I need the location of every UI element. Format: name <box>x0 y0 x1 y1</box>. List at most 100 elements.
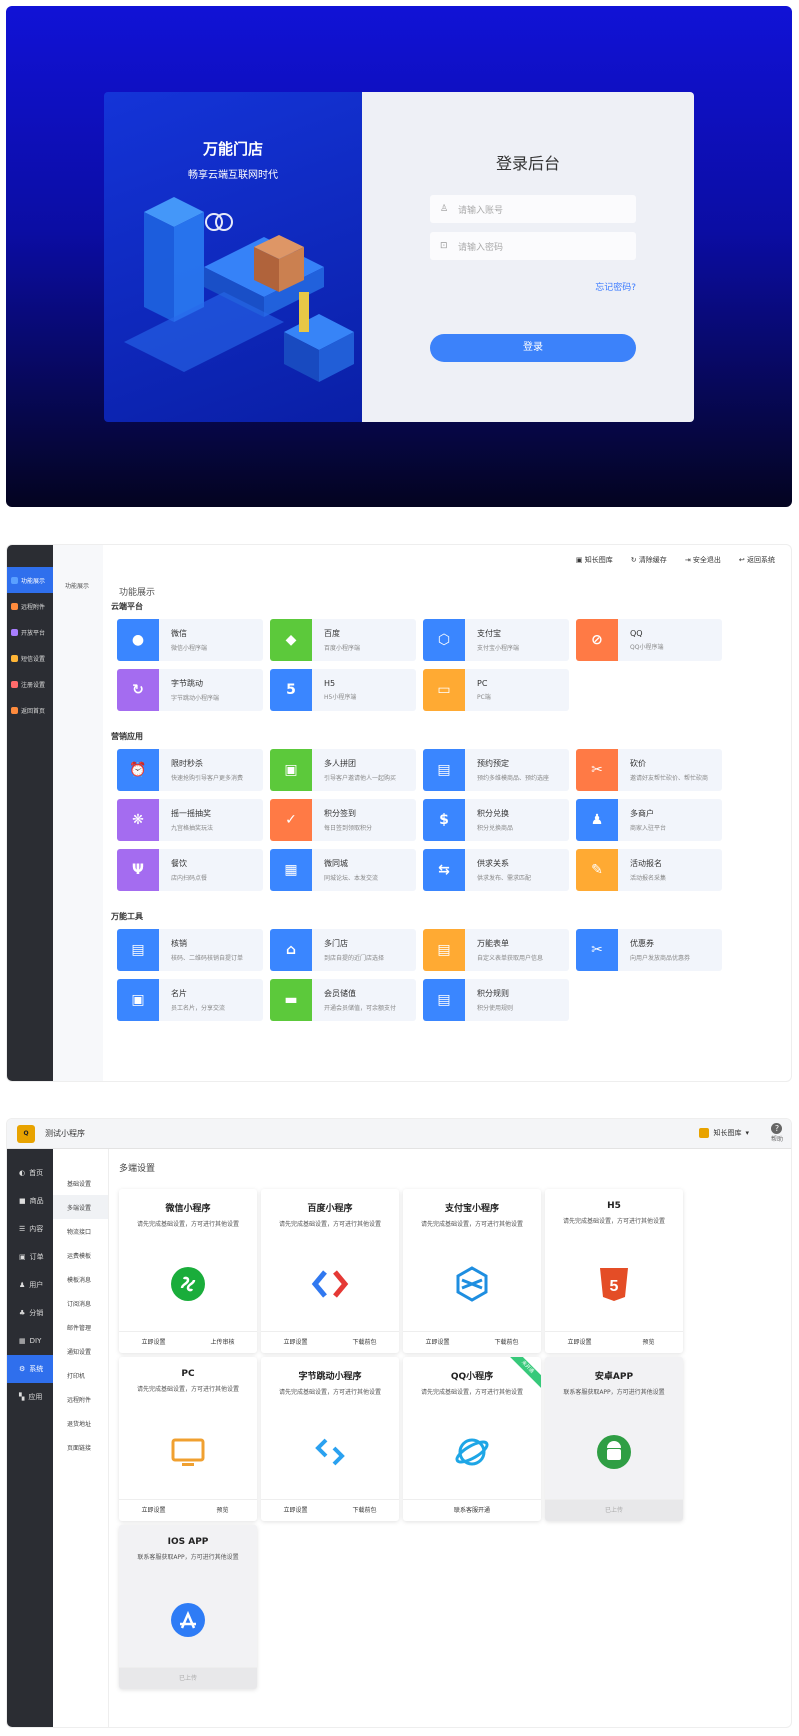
platform-card[interactable]: 百度小程序 请先完成基础设置，方可进行其他设置 立即设置 下载前包 <box>261 1189 399 1353</box>
feature-card[interactable]: ▣ 名片 员工名片，分享交流 <box>117 979 263 1021</box>
feature-card[interactable]: ▤ 万能表单 自定义表单获取用户信息 <box>423 929 569 971</box>
feature-icon: ⇆ <box>423 849 465 891</box>
feature-card[interactable]: Ψ 餐饮 店内扫码点餐 <box>117 849 263 891</box>
feature-card[interactable]: ✎ 活动报名 活动报名采集 <box>576 849 722 891</box>
setup-button[interactable]: 立即设置 <box>545 1332 614 1353</box>
feature-card[interactable]: ✂ 砍价 邀请好友帮忙砍价、帮忙砍商 <box>576 749 722 791</box>
svg-text:5: 5 <box>610 1278 619 1295</box>
sidebar-item[interactable]: ♣ 分销 <box>7 1299 53 1327</box>
action-button[interactable]: 下载前包 <box>330 1500 399 1521</box>
platform-card[interactable]: 字节跳动小程序 请先完成基础设置，方可进行其他设置 立即设置 下载前包 <box>261 1357 399 1521</box>
feature-title: 餐饮 <box>171 859 187 868</box>
help-button[interactable]: ? 帮助 <box>771 1123 783 1143</box>
feature-card[interactable]: ↻ 字节跳动 字节跳动小程序端 <box>117 669 263 711</box>
feature-card[interactable]: $ 积分兑换 积分兑换商品 <box>423 799 569 841</box>
h5-icon: 5 <box>595 1265 633 1303</box>
feature-card[interactable]: ⬡ 支付宝 支付宝小程序端 <box>423 619 569 661</box>
account-input[interactable]: ♙ 请输入账号 <box>430 195 636 223</box>
setup-button[interactable]: 立即设置 <box>261 1500 330 1521</box>
sub-nav-item[interactable]: 模板消息 <box>53 1267 108 1291</box>
setup-button[interactable]: 立即设置 <box>261 1332 330 1353</box>
sidebar-item[interactable]: ▚ 应用 <box>7 1383 53 1411</box>
feature-card[interactable]: ⌂ 多门店 到店自提的近门店选择 <box>270 929 416 971</box>
feature-card[interactable]: ✂ 优惠券 向用户发放商品优惠券 <box>576 929 722 971</box>
action-button[interactable]: 预览 <box>188 1500 257 1521</box>
status-button[interactable]: 联系客服开通 <box>403 1500 541 1521</box>
sub-nav-item[interactable]: 退货地址 <box>53 1411 108 1435</box>
sidebar-item[interactable]: 短信设置 <box>7 645 53 671</box>
sidebar-item[interactable]: 远程附件 <box>7 593 53 619</box>
user-menu[interactable]: 知长图库 ▾ <box>699 1128 749 1138</box>
feature-card[interactable]: ▦ 微同城 同城论坛、本发交流 <box>270 849 416 891</box>
sub-nav-item[interactable]: 物流接口 <box>53 1219 108 1243</box>
feature-card[interactable]: ▣ 多人拼团 引导客户邀请他人一起购买 <box>270 749 416 791</box>
clear-cache-button[interactable]: ↻ 清除缓存 <box>631 555 667 565</box>
action-button[interactable]: 预览 <box>614 1332 683 1353</box>
feature-card[interactable]: ▬ 会员储值 开通会员储值，可余额支付 <box>270 979 416 1021</box>
sidebar-item[interactable]: ☰ 内容 <box>7 1215 53 1243</box>
feature-card[interactable]: ▤ 核销 核码、二维码核销自提订单 <box>117 929 263 971</box>
menu-icon <box>11 706 18 714</box>
sub-nav-item[interactable]: 订阅消息 <box>53 1291 108 1315</box>
action-button[interactable]: 下载前包 <box>330 1332 399 1353</box>
feature-card[interactable]: ▭ PC PC端 <box>423 669 569 711</box>
sub-nav-item[interactable]: 页面链接 <box>53 1435 108 1459</box>
back-button[interactable]: ↩ 返回系统 <box>739 555 775 565</box>
feature-icon: ▭ <box>423 669 465 711</box>
sidebar-item[interactable]: ▦ DIY <box>7 1327 53 1355</box>
feature-card[interactable]: ● 微信 微信小程序端 <box>117 619 263 661</box>
user-menu[interactable]: ▣ 知长图库 <box>576 555 613 565</box>
sub-nav-item[interactable]: 多端设置 <box>53 1195 108 1219</box>
password-input[interactable]: ⊡ 请输入密码 <box>430 232 636 260</box>
feature-card[interactable]: ✓ 积分签到 每日签到领取积分 <box>270 799 416 841</box>
platform-card[interactable]: 支付宝小程序 请先完成基础设置，方可进行其他设置 立即设置 下载前包 <box>403 1189 541 1353</box>
sub-nav-item[interactable]: 运费模板 <box>53 1243 108 1267</box>
platform-card[interactable]: 微信小程序 请先完成基础设置，方可进行其他设置 立即设置 上传审核 <box>119 1189 257 1353</box>
sub-nav-item[interactable]: 打印机 <box>53 1363 108 1387</box>
feature-icon: ✎ <box>576 849 618 891</box>
status-button[interactable]: 已上传 <box>119 1668 257 1689</box>
setup-button[interactable]: 立即设置 <box>119 1332 188 1353</box>
feature-card[interactable]: ▤ 预约预定 预约多维模商品、预约选座 <box>423 749 569 791</box>
feature-card[interactable]: ⏰ 限时秒杀 快速抢购引导客户更多消费 <box>117 749 263 791</box>
setup-button[interactable]: 立即设置 <box>403 1332 472 1353</box>
feature-card[interactable]: ⇆ 供求关系 供求发布、需求匹配 <box>423 849 569 891</box>
platform-card[interactable]: IOS APP 联系客服获取APP，方可进行其他设置 已上传 <box>119 1525 257 1689</box>
feature-card[interactable]: ◆ 百度 百度小程序端 <box>270 619 416 661</box>
feature-card[interactable]: 5 H5 H5小程序端 <box>270 669 416 711</box>
sidebar-item[interactable]: ▣ 订单 <box>7 1243 53 1271</box>
isometric-illustration <box>124 197 354 382</box>
sub-nav-item[interactable]: 邮件管理 <box>53 1315 108 1339</box>
platform-card[interactable]: H5 请先完成基础设置，方可进行其他设置 5 立即设置 预览 <box>545 1189 683 1353</box>
feature-dashboard: 功能展示 远程附件 开放平台 短信设置 注册设置 返回首页 功能展示 ▣ 知长图库 ↻ 清… <box>6 544 792 1082</box>
status-button[interactable]: 已上传 <box>545 1500 683 1521</box>
sidebar-item[interactable]: 功能展示 <box>7 567 53 593</box>
sidebar-item[interactable]: 返回首页 <box>7 697 53 723</box>
feature-card[interactable]: ♟ 多商户 商家入驻平台 <box>576 799 722 841</box>
forgot-password-link[interactable]: 忘记密码? <box>595 280 636 293</box>
sidebar-item[interactable]: ■ 商品 <box>7 1187 53 1215</box>
sub-nav-item[interactable]: 通知设置 <box>53 1339 108 1363</box>
platform-card[interactable]: 安卓APP 联系客服获取APP，方可进行其他设置 已上传 <box>545 1357 683 1521</box>
action-button[interactable]: 下载前包 <box>472 1332 541 1353</box>
platform-card[interactable]: QQ小程序 请先完成基础设置，方可进行其他设置 联系客服开通 未开通 <box>403 1357 541 1521</box>
sidebar-item[interactable]: ♟ 用户 <box>7 1271 53 1299</box>
action-button[interactable]: 上传审核 <box>188 1332 257 1353</box>
feature-title: 微信 <box>171 629 187 638</box>
feature-title: PC <box>477 679 488 688</box>
logout-button[interactable]: ⇥ 安全退出 <box>685 555 721 565</box>
sub-nav-item[interactable]: 基础设置 <box>53 1171 108 1195</box>
feature-desc: 自定义表单获取用户信息 <box>477 955 544 962</box>
sub-nav-item[interactable]: 功能展示 <box>53 545 103 590</box>
sidebar-item[interactable]: 开放平台 <box>7 619 53 645</box>
feature-card[interactable]: ▤ 积分规则 积分使用规则 <box>423 979 569 1021</box>
feature-card[interactable]: ⊘ QQ QQ小程序端 <box>576 619 722 661</box>
setup-button[interactable]: 立即设置 <box>119 1500 188 1521</box>
sidebar-item[interactable]: 注册设置 <box>7 671 53 697</box>
platform-card[interactable]: PC 请先完成基础设置，方可进行其他设置 立即设置 预览 <box>119 1357 257 1521</box>
sidebar-item[interactable]: ◐ 首页 <box>7 1159 53 1187</box>
feature-card[interactable]: ❋ 摇一摇抽奖 九宫格抽奖玩法 <box>117 799 263 841</box>
login-button[interactable]: 登录 <box>430 334 636 362</box>
sub-nav-item[interactable]: 远程附件 <box>53 1387 108 1411</box>
sidebar-item[interactable]: ⚙ 系统 <box>7 1355 53 1383</box>
